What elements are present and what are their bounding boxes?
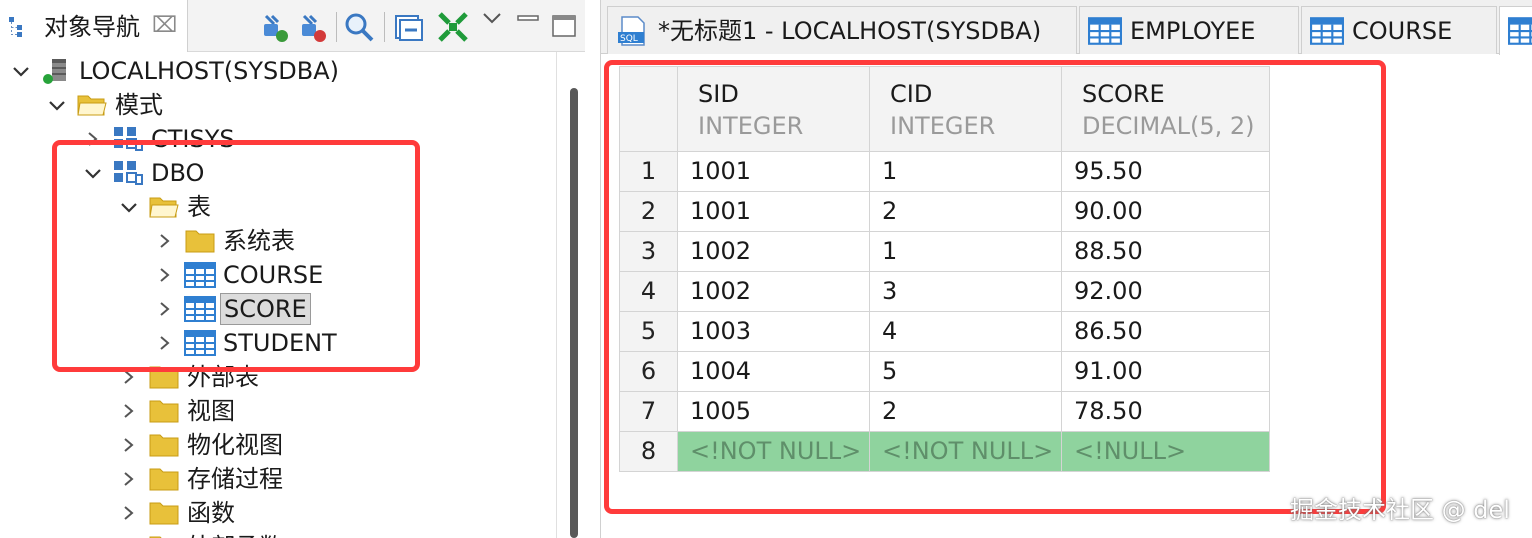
editor-tab[interactable]: COURSE [1301,6,1497,54]
chevron-right-icon[interactable] [118,530,140,538]
chevron-right-icon[interactable] [118,394,140,428]
view-menu-icon[interactable] [478,10,512,44]
folder-icon [148,533,180,538]
tree-item-label: LOCALHOST(SYSDBA) [79,57,340,85]
server-icon [40,57,72,85]
chevron-right-icon[interactable] [118,496,140,530]
sql-file-icon: SQL [616,16,650,46]
collapse-all-icon[interactable] [392,10,426,44]
tree-item-label: 函数 [187,499,235,527]
search-icon[interactable] [342,10,376,44]
scrollbar-track [556,52,557,538]
disconnect-icon[interactable] [296,10,330,44]
close-icon[interactable]: ⌧ [152,13,177,39]
watermark: 掘金技术社区 @ del [1290,496,1510,524]
editor-tab[interactable] [1499,6,1532,55]
editor-tab[interactable]: SQL *无标题1 - LOCALHOST(SYSDBA) [607,6,1077,54]
svg-text:SQL: SQL [620,34,638,44]
editor-tab-label: COURSE [1352,17,1453,45]
editor-tab-label: EMPLOYEE [1130,17,1256,45]
tab-object-navigator[interactable]: 对象导航 ⌧ [0,0,188,52]
chevron-down-icon[interactable] [10,54,32,88]
connect-icon[interactable] [258,10,292,44]
navigator-tab-label: 对象导航 [44,13,140,41]
tree-item-label: 物化视图 [187,431,283,459]
tree-item-label: 外部函数 [184,530,286,538]
chevron-right-icon[interactable] [118,462,140,496]
folder-icon [148,465,180,493]
folder-open-icon [76,91,108,119]
folder-icon [148,499,180,527]
navigator-header: 对象导航 ⌧ [0,0,585,52]
editor-tab[interactable]: EMPLOYEE [1079,6,1299,54]
tree-item-label: 视图 [187,397,235,425]
chevron-right-icon[interactable] [118,428,140,462]
editor-tab-bar: SQL *无标题1 - LOCALHOST(SYSDBA) EMPLOYEE COUR… [601,0,1532,55]
highlight-box-grid [604,60,1386,514]
folder-icon [148,397,180,425]
tree-item-label: 存储过程 [187,465,283,493]
link-editor-icon[interactable] [436,10,470,44]
tree-item-label: 模式 [115,91,163,119]
highlight-box-tree [52,140,420,372]
maximize-icon[interactable] [548,10,582,44]
chevron-down-icon[interactable] [46,88,68,122]
editor-tab-label: *无标题1 - LOCALHOST(SYSDBA) [658,17,1042,45]
scrollbar-thumb[interactable] [570,88,578,538]
table-icon [1088,16,1122,46]
minimize-icon[interactable] [512,10,546,44]
table-icon [1310,16,1344,46]
table-icon [1508,16,1532,46]
navigator-icon [8,16,30,38]
folder-icon [148,431,180,459]
